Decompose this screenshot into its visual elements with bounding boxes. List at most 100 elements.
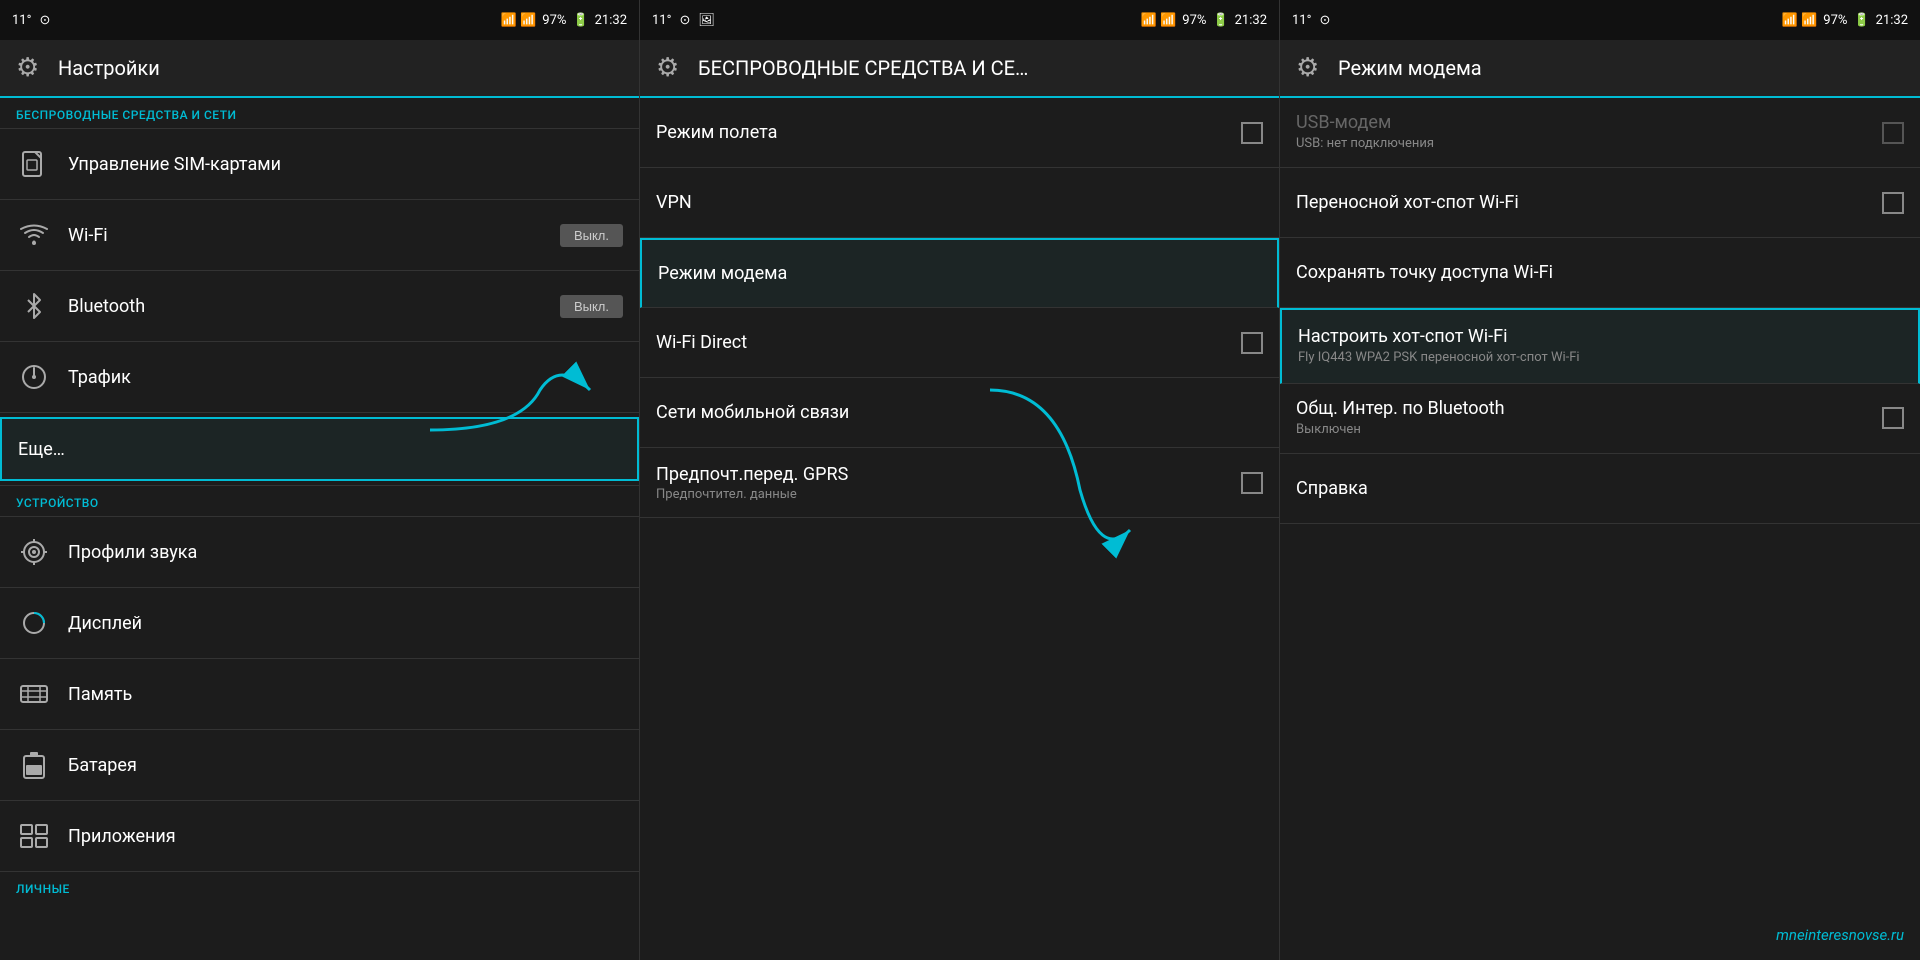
title-bar-2: ⚙ БЕСПРОВОДНЫЕ СРЕДСТВА И СЕ…	[640, 40, 1279, 98]
display-icon	[16, 605, 52, 641]
airplane-checkbox[interactable]	[1241, 122, 1263, 144]
menu-item-traffic[interactable]: Трафик	[0, 342, 639, 412]
traffic-label: Трафик	[68, 367, 623, 388]
usb-checkbox[interactable]	[1882, 122, 1904, 144]
battery-2: 97%	[1182, 13, 1206, 28]
menu-item-bluetooth[interactable]: Bluetooth Выкл.	[0, 271, 639, 341]
help-title: Справка	[1296, 478, 1904, 499]
menu-item-gprs[interactable]: Предпочт.перед. GPRS Предпочтител. данны…	[640, 448, 1279, 518]
menu-item-mobile[interactable]: Сети мобильной связи	[640, 378, 1279, 448]
btsharing-title: Общ. Интер. по Bluetooth	[1296, 398, 1872, 419]
sound-icon	[16, 534, 52, 570]
battery-3: 97%	[1823, 13, 1847, 28]
status-bar-1: 11° ⊙ 📶 📶 97% 🔋 21:32	[0, 0, 639, 40]
status-right-2: 📶 📶 97% 🔋 21:32	[1141, 13, 1267, 28]
icon-circle-3: ⊙	[1319, 13, 1330, 28]
temp-2: 11°	[652, 13, 671, 28]
page-title-1: Настройки	[58, 56, 160, 80]
menu-item-display[interactable]: Дисплей	[0, 588, 639, 658]
mobile-content: Сети мобильной связи	[656, 402, 1263, 423]
status-bar-3: 11° ⊙ 📶 📶 97% 🔋 21:32	[1280, 0, 1920, 40]
battery-icon-1: 🔋	[572, 13, 588, 28]
p3-item-usb[interactable]: USB-модем USB: нет подключения	[1280, 98, 1920, 168]
more-content: Еще…	[18, 439, 621, 460]
battery-status-icon	[16, 747, 52, 783]
usb-sub: USB: нет подключения	[1296, 136, 1872, 153]
menu-item-more[interactable]: Еще…	[0, 417, 639, 481]
gprs-content: Предпочт.перед. GPRS Предпочтител. данны…	[656, 464, 1241, 502]
menu-item-vpn[interactable]: VPN	[640, 168, 1279, 238]
battery-label: Батарея	[68, 755, 623, 776]
icon-image-2: 🖼	[698, 13, 715, 28]
menu-item-apps[interactable]: Приложения	[0, 801, 639, 871]
gear-icon-1: ⚙	[16, 53, 46, 83]
panel-modem: 11° ⊙ 📶 📶 97% 🔋 21:32 ⚙ Режим модема USB…	[1280, 0, 1920, 960]
wifi-toggle[interactable]: Выкл.	[560, 224, 623, 247]
btsharing-sub: Выключен	[1296, 422, 1872, 439]
menu-item-sim[interactable]: Управление SIM-картами	[0, 129, 639, 199]
page-title-2: БЕСПРОВОДНЫЕ СРЕДСТВА И СЕ…	[698, 56, 1028, 80]
p3-item-configap[interactable]: Настроить хот-спот Wi-Fi Fly IQ443 WPA2 …	[1280, 308, 1920, 384]
more-label: Еще…	[18, 439, 621, 460]
signal-icon-2: 📶 📶	[1141, 13, 1177, 28]
menu-item-memory[interactable]: Память	[0, 659, 639, 729]
wifidirect-checkbox[interactable]	[1241, 332, 1263, 354]
p3-item-btsharing[interactable]: Общ. Интер. по Bluetooth Выключен	[1280, 384, 1920, 454]
memory-content: Память	[68, 684, 623, 705]
sound-content: Профили звука	[68, 542, 623, 563]
configap-text: Настроить хот-спот Wi-Fi Fly IQ443 WPA2 …	[1298, 326, 1902, 367]
help-text: Справка	[1296, 478, 1904, 499]
section-header-wireless-1: БЕСПРОВОДНЫЕ СРЕДСТВА И СЕТИ	[0, 98, 639, 128]
status-right-3: 📶 📶 97% 🔋 21:32	[1782, 13, 1908, 28]
saveap-title: Сохранять точку доступа Wi-Fi	[1296, 262, 1904, 283]
sim-label: Управление SIM-картами	[68, 154, 623, 175]
p3-item-help[interactable]: Справка	[1280, 454, 1920, 524]
menu-item-wifi[interactable]: Wi-Fi Выкл.	[0, 200, 639, 270]
battery-1: 97%	[542, 13, 566, 28]
wifidirect-content: Wi-Fi Direct	[656, 332, 1241, 353]
gprs-label: Предпочт.перед. GPRS	[656, 464, 1241, 485]
display-label: Дисплей	[68, 613, 623, 634]
p3-item-hotspot[interactable]: Переносной хот-спот Wi-Fi	[1280, 168, 1920, 238]
status-bar-2: 11° ⊙ 🖼 📶 📶 97% 🔋 21:32	[640, 0, 1279, 40]
menu-item-modem[interactable]: Режим модема	[640, 238, 1279, 308]
time-2: 21:32	[1235, 13, 1267, 28]
airplane-label: Режим полета	[656, 122, 1241, 143]
gear-icon-2: ⚙	[656, 53, 686, 83]
airplane-content: Режим полета	[656, 122, 1241, 143]
signal-icon-1: 📶 📶	[501, 13, 537, 28]
usb-text: USB-модем USB: нет подключения	[1296, 112, 1872, 153]
bluetooth-toggle[interactable]: Выкл.	[560, 295, 623, 318]
bluetooth-content: Bluetooth	[68, 296, 560, 317]
hotspot-checkbox[interactable]	[1882, 192, 1904, 214]
sound-label: Профили звука	[68, 542, 623, 563]
btsharing-checkbox[interactable]	[1882, 407, 1904, 429]
divider-traffic	[0, 412, 639, 413]
menu-item-airplane[interactable]: Режим полета	[640, 98, 1279, 168]
gear-icon-3: ⚙	[1296, 53, 1326, 83]
configap-title: Настроить хот-спот Wi-Fi	[1298, 326, 1902, 347]
saveap-text: Сохранять точку доступа Wi-Fi	[1296, 262, 1904, 283]
apps-icon	[16, 818, 52, 854]
wifi-content: Wi-Fi	[68, 225, 560, 246]
modem-label: Режим модема	[658, 263, 1261, 284]
bluetooth-icon	[16, 288, 52, 324]
sim-content: Управление SIM-картами	[68, 154, 623, 175]
sim-icon	[16, 146, 52, 182]
bluetooth-label: Bluetooth	[68, 296, 560, 317]
wifi-icon	[16, 217, 52, 253]
gprs-checkbox[interactable]	[1241, 472, 1263, 494]
panel-settings: 11° ⊙ 📶 📶 97% 🔋 21:32 ⚙ Настройки БЕСПРО…	[0, 0, 640, 960]
menu-item-sound[interactable]: Профили звука	[0, 517, 639, 587]
configap-sub: Fly IQ443 WPA2 PSK переносной хот-спот W…	[1298, 350, 1902, 367]
menu-item-battery[interactable]: Батарея	[0, 730, 639, 800]
traffic-icon	[16, 359, 52, 395]
vpn-label: VPN	[656, 192, 1263, 213]
panel-wireless: 11° ⊙ 🖼 📶 📶 97% 🔋 21:32 ⚙ БЕСПРОВОДНЫЕ С…	[640, 0, 1280, 960]
status-left-2: 11° ⊙ 🖼	[652, 13, 715, 28]
section-header-personal: ЛИЧНЫЕ	[0, 872, 639, 902]
watermark: mneinteresnovse.ru	[1776, 926, 1904, 944]
menu-item-wifidirect[interactable]: Wi-Fi Direct	[640, 308, 1279, 378]
p3-item-saveap[interactable]: Сохранять точку доступа Wi-Fi	[1280, 238, 1920, 308]
display-content: Дисплей	[68, 613, 623, 634]
